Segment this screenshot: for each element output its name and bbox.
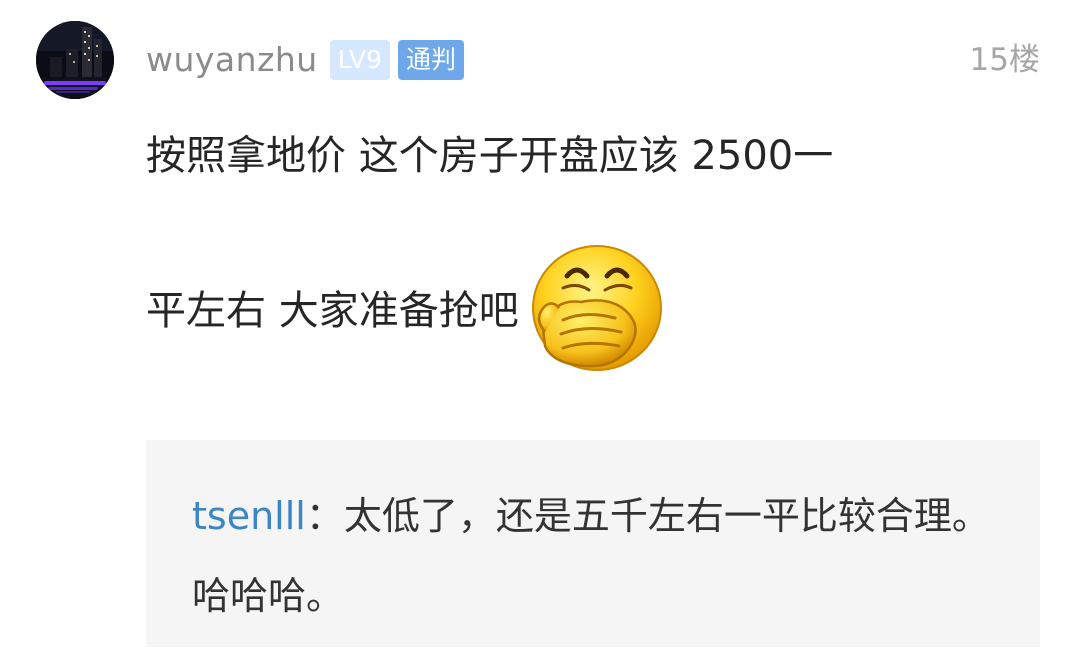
username[interactable]: wuyanzhu bbox=[146, 38, 318, 82]
reply-author[interactable]: tsenlll bbox=[192, 494, 306, 538]
avatar[interactable] bbox=[36, 21, 114, 99]
reply-separator: ： bbox=[305, 494, 344, 538]
content-line-1: 按照拿地价 这个房子开盘应该 2500一 bbox=[146, 133, 834, 179]
content-line-2-row: 平左右 大家准备抢吧 bbox=[146, 245, 1026, 371]
avatar-image bbox=[36, 21, 114, 99]
level-badge: LV9 bbox=[329, 40, 390, 80]
comment-item: wuyanzhu LV9 通判 15楼 按照拿地价 这个房子开盘应该 2500一… bbox=[0, 0, 1080, 671]
title-badge: 通判 bbox=[397, 40, 464, 80]
comment-header: wuyanzhu LV9 通判 bbox=[146, 38, 464, 82]
content-line-2: 平左右 大家准备抢吧 bbox=[146, 288, 519, 334]
reply-quote-box[interactable]: tsenlll：太低了，还是五千左右一平比较合理。哈哈哈。 bbox=[146, 440, 1040, 647]
comment-content: 按照拿地价 这个房子开盘应该 2500一 平左右 大家准备抢吧 bbox=[146, 116, 1026, 371]
floor-number: 15楼 bbox=[969, 42, 1040, 78]
reply-text-block: tsenlll：太低了，还是五千左右一平比较合理。哈哈哈。 bbox=[192, 476, 994, 636]
laughing-emoji-icon bbox=[531, 245, 662, 371]
